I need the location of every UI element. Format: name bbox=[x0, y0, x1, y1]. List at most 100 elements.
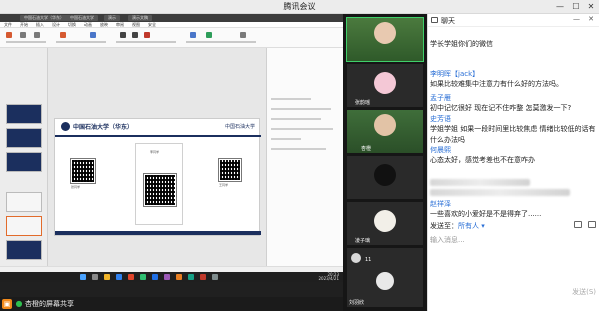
screen-share-area: 中国石油大学（华东） 中国石油大学 演示 演示文稿 文件 开始 插入 设计 切换… bbox=[0, 14, 343, 311]
slide-thumbnail bbox=[6, 240, 42, 260]
chat-message-text: 学长学姐你们的微信 bbox=[430, 40, 493, 48]
shared-presentation-window: 中国石油大学（华东） 中国石油大学 演示 演示文稿 文件 开始 插入 设计 切换… bbox=[0, 14, 343, 272]
slide-thumbnail bbox=[6, 152, 42, 172]
participant-avatar bbox=[376, 272, 394, 290]
screen-share-icon[interactable]: ▣ bbox=[2, 299, 12, 309]
paste-icon bbox=[6, 32, 12, 38]
ribbon-label bbox=[56, 41, 106, 43]
presentation-tab: 中国石油大学 bbox=[66, 15, 98, 21]
participant-avatar bbox=[351, 253, 361, 263]
copy-icon bbox=[34, 32, 40, 38]
app-icon bbox=[176, 274, 182, 280]
qr-owner-name: 李同学 bbox=[150, 150, 160, 154]
chat-message-text: 如果比较难集中注意力有什么好的方法吗。 bbox=[430, 80, 563, 88]
screenshot-icon[interactable] bbox=[574, 221, 582, 228]
send-button[interactable]: 发送(S) bbox=[572, 287, 596, 297]
windows-start-icon bbox=[80, 274, 86, 280]
participant-tile[interactable]: 张韵瑶 bbox=[347, 64, 423, 107]
more-options-icon[interactable] bbox=[588, 221, 596, 228]
pane-line bbox=[271, 148, 326, 150]
slide-divider bbox=[55, 135, 261, 137]
pane-line bbox=[271, 98, 311, 100]
send-to-dropdown[interactable]: 所有人 ▾ bbox=[458, 221, 485, 231]
presentation-app-icon bbox=[128, 274, 134, 280]
qr-code bbox=[218, 158, 242, 182]
chat-sender-name[interactable]: 史芳语 bbox=[430, 114, 451, 124]
participant-tile[interactable] bbox=[347, 156, 423, 199]
presentation-tab: 演示 bbox=[104, 15, 120, 21]
ribbon-label bbox=[116, 41, 176, 43]
meeting-window: 腾讯会议 — ☐ ✕ 中国石油大学（华东） 中国石油大学 演示 演示文稿 文件 … bbox=[0, 0, 599, 311]
pane-line bbox=[271, 138, 301, 140]
slide-thumbnail bbox=[6, 192, 42, 212]
presentation-tab: 中国石油大学（华东） bbox=[20, 15, 68, 21]
chat-toolbar: 发送至： 所有人 ▾ bbox=[428, 219, 599, 233]
wechat-icon bbox=[140, 274, 146, 280]
image-icon bbox=[206, 32, 212, 38]
maximize-button[interactable]: ☐ bbox=[570, 1, 582, 13]
slide-thumbnail bbox=[6, 128, 42, 148]
shared-taskbar: 20:23 2023/4/21 bbox=[0, 272, 343, 282]
microphone-icon[interactable]: ● bbox=[15, 299, 23, 309]
slide-title: 中国石油大学（华东） bbox=[73, 124, 134, 131]
chat-sender-name[interactable]: 李明晖【jack】 bbox=[430, 69, 479, 79]
arrange-icon bbox=[240, 32, 246, 38]
chat-sender-name[interactable]: 何晨熙 bbox=[430, 145, 451, 155]
participant-name: 11 bbox=[365, 257, 372, 263]
new-slide-icon bbox=[60, 32, 66, 38]
chat-close-button[interactable]: ✕ bbox=[588, 15, 594, 23]
window-title: 腾讯会议 bbox=[283, 2, 316, 11]
slide-title-calligraphy: 中国石油大学 bbox=[224, 124, 255, 130]
meeting-app-icon bbox=[152, 274, 158, 280]
qr-code bbox=[70, 158, 96, 184]
participant-face bbox=[374, 114, 396, 136]
participant-name: 凌子璃 bbox=[355, 238, 371, 244]
participant-tile[interactable] bbox=[346, 17, 424, 62]
participant-avatar bbox=[374, 210, 396, 232]
chat-message-text: 心态太好，感觉考差也不在意咋办 bbox=[430, 156, 535, 164]
pane-line bbox=[271, 108, 331, 110]
participant-tile[interactable]: 刘羽欣 bbox=[347, 266, 423, 307]
qr-owner-name: 王同学 bbox=[219, 183, 229, 187]
screen-share-bar: ▣ ● 杏橙的屏幕共享 bbox=[0, 297, 343, 311]
chat-minimize-button[interactable]: — bbox=[573, 15, 580, 23]
participant-tile[interactable]: 凌子璃 bbox=[347, 202, 423, 245]
chat-icon bbox=[431, 17, 438, 23]
browser-icon bbox=[116, 274, 122, 280]
participant-name: 杏橙 bbox=[361, 146, 372, 152]
qr-card: 李同学 bbox=[135, 143, 183, 225]
layout-icon bbox=[90, 32, 96, 38]
pane-line bbox=[271, 128, 333, 130]
chat-message-text: 初中记忆很好 现在记不住咋整 怎莫激发一下? bbox=[430, 104, 572, 112]
chat-input[interactable]: 输入消息... 发送(S) bbox=[428, 233, 599, 299]
qr-owner-name: 张同学 bbox=[71, 185, 81, 189]
italic-icon bbox=[132, 32, 138, 38]
bold-icon bbox=[120, 32, 126, 38]
app-icon bbox=[164, 274, 170, 280]
send-to-label: 发送至： bbox=[430, 222, 458, 230]
ribbon-label bbox=[6, 41, 46, 43]
qr-code bbox=[143, 173, 177, 207]
participant-tile[interactable]: 杏橙 bbox=[347, 110, 423, 153]
chat-input-placeholder: 输入消息... bbox=[430, 236, 465, 244]
slide-canvas: 中国石油大学（华东） 中国石油大学 张同学 李同学 王同学 bbox=[48, 48, 266, 266]
presentation-ribbon bbox=[0, 28, 343, 48]
shape-icon bbox=[190, 32, 196, 38]
chat-sender-name[interactable]: 赵祥泽 bbox=[430, 199, 451, 209]
redacted-message bbox=[430, 189, 570, 196]
presentation-side-pane bbox=[266, 48, 343, 266]
current-slide: 中国石油大学（华东） 中国石油大学 张同学 李同学 王同学 bbox=[54, 118, 261, 236]
participant-tile[interactable]: 11 bbox=[347, 248, 423, 268]
chat-title: 聊天 bbox=[441, 17, 455, 25]
participant-avatar bbox=[374, 72, 396, 94]
slide-header: 中国石油大学（华东） 中国石油大学 bbox=[55, 119, 261, 133]
ribbon-label bbox=[186, 41, 256, 43]
participant-name: 张韵瑶 bbox=[355, 100, 371, 106]
close-button[interactable]: ✕ bbox=[585, 1, 597, 13]
search-icon bbox=[92, 274, 98, 280]
minimize-button[interactable]: — bbox=[554, 1, 566, 13]
chat-sender-name[interactable]: 孟子雁 bbox=[430, 93, 451, 103]
pane-line bbox=[271, 118, 321, 120]
font-color-icon bbox=[144, 32, 150, 38]
cut-icon bbox=[20, 32, 26, 38]
